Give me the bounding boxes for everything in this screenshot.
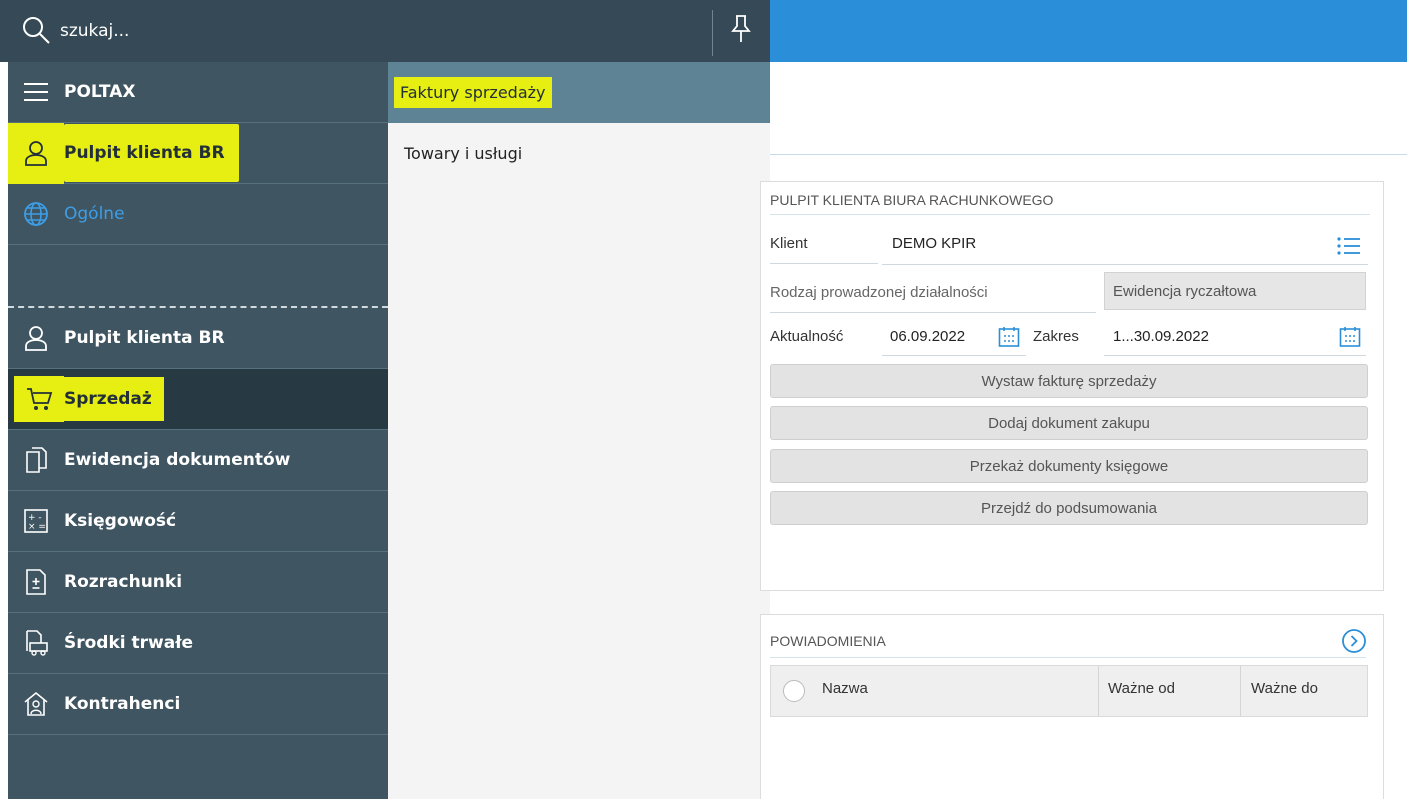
column-separator bbox=[1240, 666, 1241, 716]
column-header-name[interactable]: Nazwa bbox=[822, 680, 868, 697]
go-to-summary-button[interactable]: Przejdź do podsumowania bbox=[770, 491, 1368, 525]
nav-item-pulpit-klienta[interactable]: Pulpit klienta BR bbox=[8, 308, 388, 369]
nav-item-label: Środki trwałe bbox=[64, 633, 194, 653]
add-purchase-document-button[interactable]: Dodaj dokument zakupu bbox=[770, 406, 1368, 440]
list-icon[interactable] bbox=[1336, 236, 1362, 256]
app-window: POLTAX Pulpit klienta BR bbox=[0, 0, 1407, 799]
nav-item-label: Księgowość bbox=[64, 511, 177, 531]
calendar-icon[interactable] bbox=[1339, 326, 1361, 348]
nav-item-label: Kontrahenci bbox=[64, 694, 181, 714]
chevron-right-icon[interactable] bbox=[1341, 628, 1367, 654]
submenu-item-faktury-sprzedazy[interactable]: Faktury sprzedaży bbox=[388, 62, 770, 123]
nav-item-label: Ewidencja dokumentów bbox=[64, 450, 291, 470]
search-icon[interactable] bbox=[20, 14, 52, 46]
submenu-header-label: Faktury sprzedaży bbox=[394, 77, 552, 108]
search-input[interactable] bbox=[60, 14, 690, 48]
select-all-radio[interactable] bbox=[783, 680, 805, 702]
user-icon bbox=[25, 141, 47, 166]
pin-separator bbox=[712, 10, 713, 56]
nav-item-label: Pulpit klienta BR bbox=[64, 124, 239, 182]
calculator-icon: + - × = bbox=[24, 509, 48, 533]
column-header-valid-from[interactable]: Ważne od bbox=[1108, 680, 1175, 697]
activity-value: Ewidencja ryczałtowa bbox=[1113, 283, 1257, 300]
search-bar bbox=[0, 0, 770, 62]
nav-empty-row bbox=[8, 245, 388, 306]
content-divider bbox=[770, 154, 1407, 155]
nav-item-srodki-trwale[interactable]: Środki trwałe bbox=[8, 613, 388, 674]
contractors-icon bbox=[24, 691, 48, 716]
activity-label: Rodzaj prowadzonej działalności bbox=[770, 284, 988, 301]
nav-item-label: Rozrachunki bbox=[64, 572, 183, 592]
column-header-valid-to[interactable]: Ważne do bbox=[1251, 680, 1318, 697]
nav-item-ogolne[interactable]: Ogólne bbox=[8, 184, 388, 245]
client-label: Klient bbox=[770, 235, 808, 252]
nav-item-sprzedaz[interactable]: Sprzedaż bbox=[8, 369, 388, 430]
issue-invoice-button[interactable]: Wystaw fakturę sprzedaży bbox=[770, 364, 1368, 398]
user-icon bbox=[25, 326, 47, 351]
nav-item-label: Sprzedaż bbox=[64, 377, 164, 421]
globe-icon bbox=[24, 202, 48, 226]
nav-item-rozrachunki[interactable]: Rozrachunki bbox=[8, 552, 388, 613]
dashboard-title: PULPIT KLIENTA BIURA RACHUNKOWEGO bbox=[770, 192, 1054, 208]
nav-item-label: Pulpit klienta BR bbox=[64, 328, 225, 348]
svg-text:× =: × = bbox=[28, 522, 46, 532]
settlement-icon bbox=[26, 569, 46, 595]
documents-icon bbox=[26, 447, 47, 473]
nav-item-kontrahenci[interactable]: Kontrahenci bbox=[8, 674, 388, 735]
range-value: 1...30.09.2022 bbox=[1113, 328, 1209, 345]
nav-item-pulpit-klienta-top[interactable]: Pulpit klienta BR bbox=[8, 122, 388, 184]
date-label: Aktualność bbox=[770, 328, 844, 345]
nav-item-label: Ogólne bbox=[64, 204, 125, 224]
assets-icon bbox=[26, 630, 48, 656]
nav-item-label: POLTAX bbox=[64, 82, 136, 102]
range-label: Zakres bbox=[1033, 328, 1079, 345]
label-underline bbox=[770, 263, 878, 264]
notifications-title: POWIADOMIENIA bbox=[770, 633, 886, 649]
cart-icon bbox=[27, 388, 53, 410]
column-separator bbox=[1098, 666, 1099, 716]
submenu-panel: Faktury sprzedaży Towary i usługi bbox=[388, 62, 770, 799]
pin-icon[interactable] bbox=[729, 14, 753, 44]
submenu-item-towary-i-uslugi[interactable]: Towary i usługi bbox=[404, 144, 522, 163]
side-navigation: POLTAX Pulpit klienta BR Ogólne Pulpit k… bbox=[8, 62, 388, 799]
title-rule bbox=[770, 657, 1366, 658]
nav-menu-poltax[interactable]: POLTAX bbox=[8, 62, 388, 123]
transfer-documents-button[interactable]: Przekaż dokumenty księgowe bbox=[770, 449, 1368, 483]
title-rule bbox=[770, 214, 1370, 215]
date-value: 06.09.2022 bbox=[890, 328, 966, 345]
calendar-icon[interactable] bbox=[998, 326, 1020, 348]
label-underline bbox=[770, 312, 1096, 313]
menu-icon bbox=[24, 83, 48, 101]
nav-item-ksiegowosc[interactable]: + - × = Księgowość bbox=[8, 491, 388, 552]
client-value: DEMO KPIR bbox=[892, 235, 977, 252]
nav-item-ewidencja-dokumentow[interactable]: Ewidencja dokumentów bbox=[8, 430, 388, 491]
